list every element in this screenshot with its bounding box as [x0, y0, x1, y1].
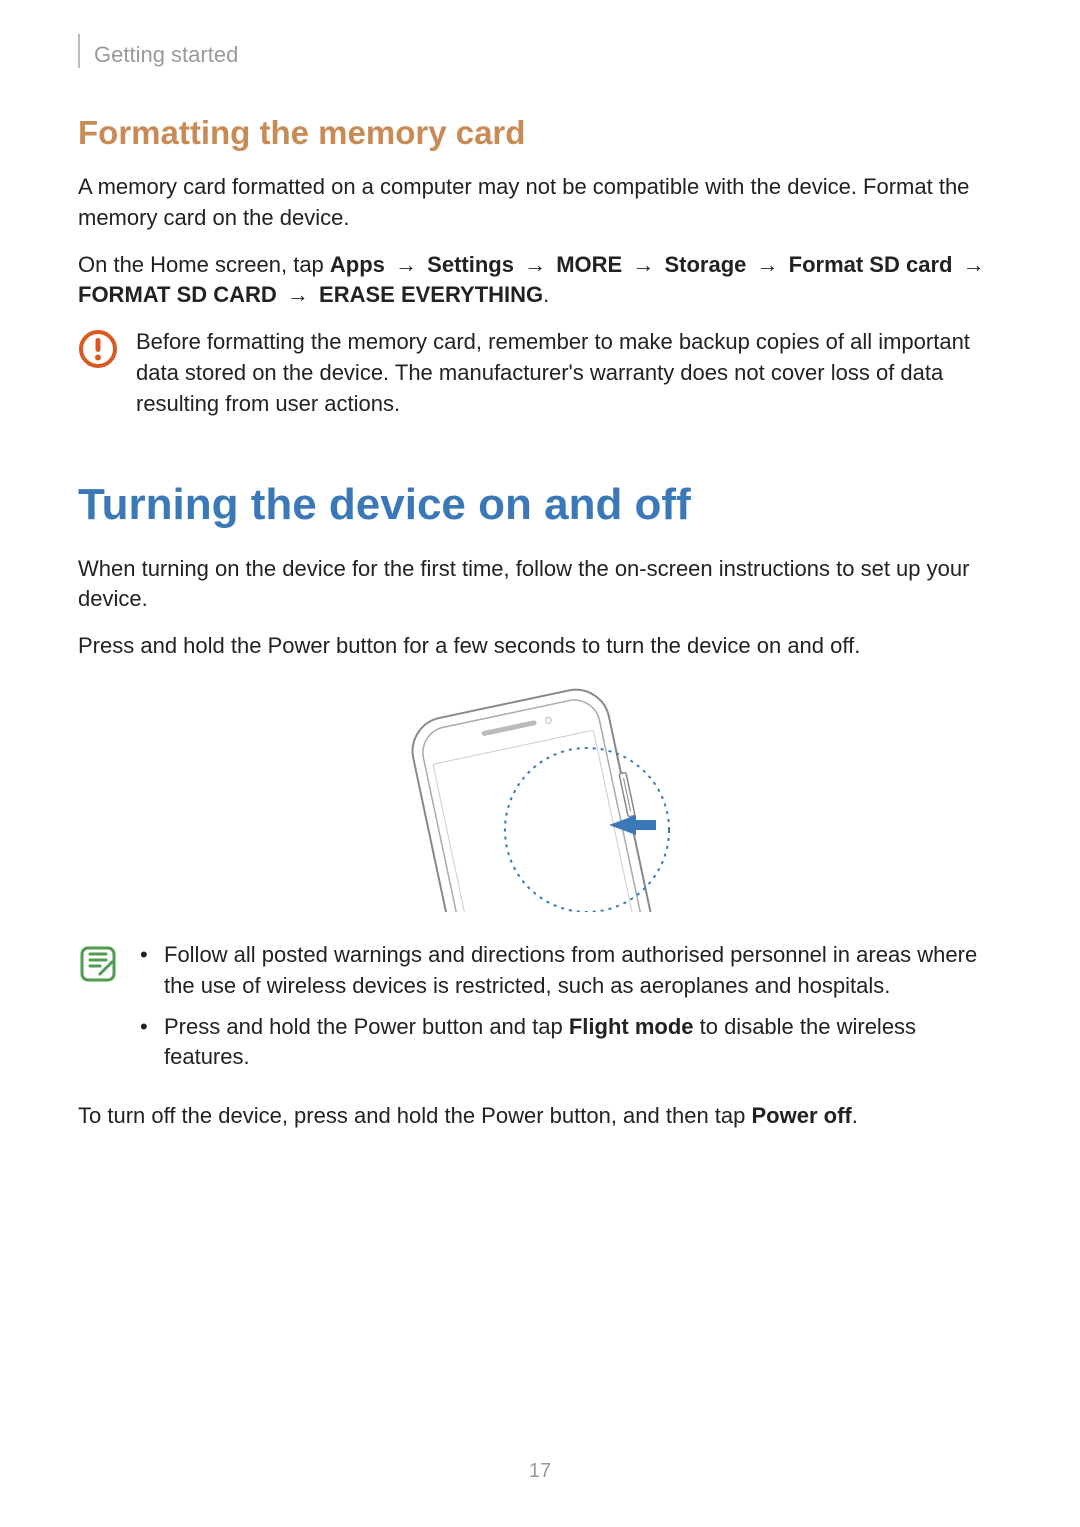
- path-step-storage: Storage: [664, 252, 746, 277]
- arrow-icon: →: [757, 252, 779, 277]
- path-step-apps: Apps: [330, 252, 385, 277]
- para3-post: .: [852, 1103, 858, 1128]
- chapter-title: Getting started: [94, 42, 238, 68]
- path-intro: On the Home screen, tap: [78, 252, 330, 277]
- arrow-icon: →: [395, 252, 417, 277]
- para3-pre: To turn off the device, press and hold t…: [78, 1103, 752, 1128]
- arrow-icon: →: [632, 252, 654, 277]
- period: .: [543, 282, 549, 307]
- para3-bold: Power off: [752, 1103, 852, 1128]
- arrow-icon: →: [963, 252, 985, 277]
- warning-callout: Before formatting the memory card, remem…: [78, 327, 990, 419]
- path-step-more: MORE: [556, 252, 622, 277]
- path-step-settings: Settings: [427, 252, 514, 277]
- arrow-icon: →: [287, 282, 309, 307]
- section2-para2: Press and hold the Power button for a fe…: [78, 631, 990, 662]
- note-icon: [78, 944, 118, 989]
- section-heading-formatting: Formatting the memory card: [78, 114, 990, 152]
- section1-path: On the Home screen, tap Apps → Settings …: [78, 250, 990, 312]
- path-step-erase: ERASE EVERYTHING: [319, 282, 543, 307]
- note-bullet-2: Press and hold the Power button and tap …: [136, 1012, 990, 1074]
- note-bullet-1: Follow all posted warnings and direction…: [136, 940, 990, 1002]
- page-number: 17: [0, 1460, 1080, 1483]
- page: Getting started Formatting the memory ca…: [0, 0, 1080, 1527]
- section2-para3: To turn off the device, press and hold t…: [78, 1101, 990, 1132]
- section1-para1: A memory card formatted on a computer ma…: [78, 172, 990, 234]
- note-bullet-2-pre: Press and hold the Power button and tap: [164, 1014, 569, 1039]
- path-step-format-sd-caps: FORMAT SD CARD: [78, 282, 277, 307]
- section2-para1: When turning on the device for the first…: [78, 554, 990, 616]
- warning-text: Before formatting the memory card, remem…: [136, 327, 990, 419]
- arrow-icon: →: [524, 252, 546, 277]
- path-step-format-sd: Format SD card: [789, 252, 953, 277]
- section-heading-power: Turning the device on and off: [78, 480, 990, 530]
- note-block: Follow all posted warnings and direction…: [78, 940, 990, 1083]
- caution-icon: [78, 329, 118, 374]
- power-button-illustration: [78, 682, 990, 912]
- note-bullet-2-bold: Flight mode: [569, 1014, 694, 1039]
- note-bullets: Follow all posted warnings and direction…: [136, 940, 990, 1083]
- chapter-header: Getting started: [78, 34, 990, 68]
